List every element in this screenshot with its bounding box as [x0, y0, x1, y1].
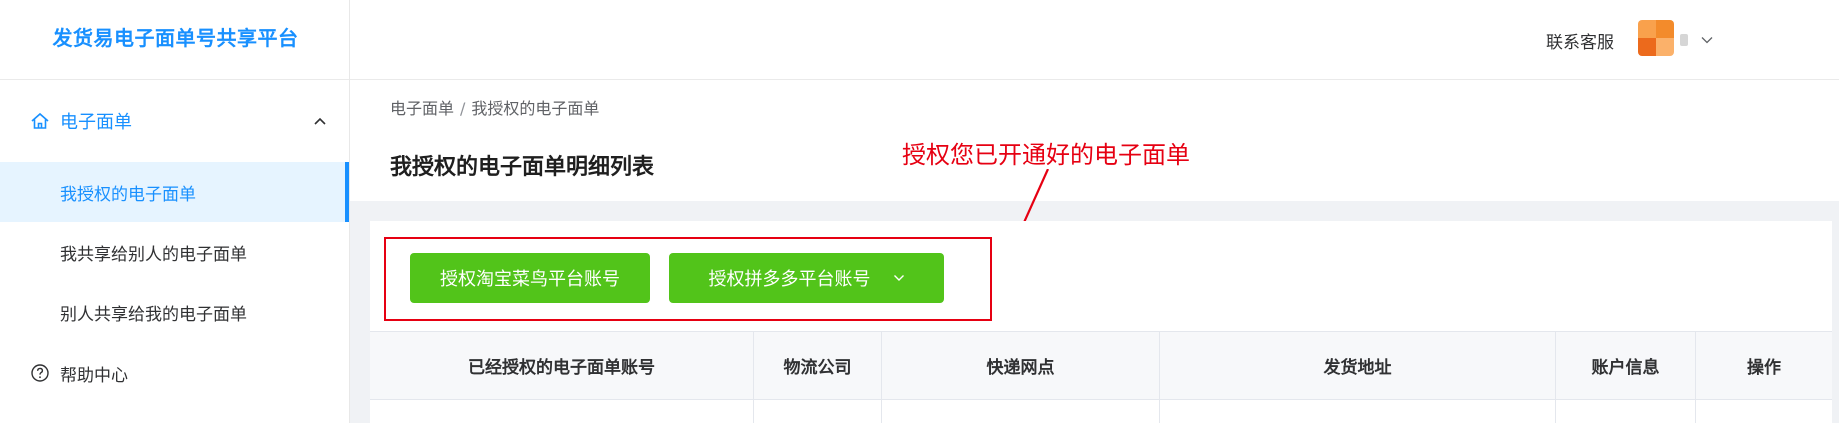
- table-cell: [754, 400, 882, 423]
- sidebar-item-shared-with-me[interactable]: 别人共享给我的电子面单: [0, 282, 349, 342]
- menu-group-label: 电子面单: [60, 112, 132, 133]
- help-circle-icon: [31, 364, 49, 382]
- authorize-taobao-button[interactable]: 授权淘宝菜鸟平台账号: [410, 253, 650, 303]
- sidebar-item-shared-to-others[interactable]: 我共享给别人的电子面单: [0, 222, 349, 282]
- column-header-account-info: 账户信息: [1556, 332, 1696, 399]
- chevron-down-icon[interactable]: [1701, 36, 1713, 44]
- avatar[interactable]: [1638, 20, 1674, 56]
- sidebar-item-label: 我授权的电子面单: [60, 184, 196, 205]
- logo-area: 发货易电子面单号共享平台: [0, 0, 349, 80]
- page-title: 我授权的电子面单明细列表: [390, 155, 655, 180]
- home-icon: [31, 112, 49, 129]
- username-masked: [1680, 34, 1688, 46]
- menu-group-electronic-waybill[interactable]: 电子面单: [0, 80, 349, 162]
- app-title[interactable]: 发货易电子面单号共享平台: [53, 22, 299, 51]
- sidebar: 发货易电子面单号共享平台 电子面单 我授权的电子面单 我共享给别人的电子面单 别…: [0, 0, 350, 423]
- authorize-pinduoduo-button[interactable]: 授权拼多多平台账号: [669, 253, 944, 303]
- table-cell: [1696, 400, 1832, 423]
- column-header-account: 已经授权的电子面单账号: [370, 332, 754, 399]
- table-cell: [1556, 400, 1696, 423]
- breadcrumb-current: 我授权的电子面单: [471, 99, 600, 118]
- column-header-address: 发货地址: [1160, 332, 1556, 399]
- chevron-up-icon[interactable]: [313, 116, 327, 126]
- chevron-down-icon: [893, 275, 904, 281]
- sidebar-item-help-center[interactable]: 帮助中心: [0, 342, 349, 404]
- sidebar-item-label: 我共享给别人的电子面单: [60, 244, 247, 265]
- breadcrumb: 电子面单 / 我授权的电子面单: [390, 95, 599, 119]
- breadcrumb-parent[interactable]: 电子面单: [390, 99, 454, 118]
- table-row: [370, 400, 1832, 423]
- column-header-actions: 操作: [1747, 358, 1781, 378]
- sidebar-item-my-authorized[interactable]: 我授权的电子面单: [0, 162, 349, 222]
- annotation-text: 授权您已开通好的电子面单: [902, 141, 1190, 169]
- authorize-taobao-label: 授权淘宝菜鸟平台账号: [440, 269, 620, 289]
- table-header: 已经授权的电子面单账号 物流公司 快递网点 发货地址 账户信息 操作: [370, 332, 1832, 400]
- page-header: 电子面单 / 我授权的电子面单 我授权的电子面单明细列表 授权您已开通好的电子面单: [350, 81, 1839, 281]
- waybill-table: 已经授权的电子面单账号 物流公司 快递网点 发货地址 账户信息 操作: [370, 331, 1832, 423]
- help-center-label: 帮助中心: [60, 365, 128, 386]
- column-header-branch: 快递网点: [882, 332, 1160, 399]
- authorize-pinduoduo-label: 授权拼多多平台账号: [708, 269, 871, 289]
- top-header: 联系客服: [350, 0, 1839, 80]
- sidebar-item-label: 别人共享给我的电子面单: [60, 304, 247, 325]
- column-header-logistics: 物流公司: [754, 332, 882, 399]
- table-cell: [370, 400, 754, 423]
- contact-support-link[interactable]: 联系客服: [1546, 28, 1614, 53]
- breadcrumb-separator: /: [460, 99, 466, 118]
- main-content: 电子面单 / 我授权的电子面单 我授权的电子面单明细列表 授权您已开通好的电子面单 …: [350, 81, 1839, 423]
- table-cell: [882, 400, 1160, 423]
- table-cell: [1160, 400, 1556, 423]
